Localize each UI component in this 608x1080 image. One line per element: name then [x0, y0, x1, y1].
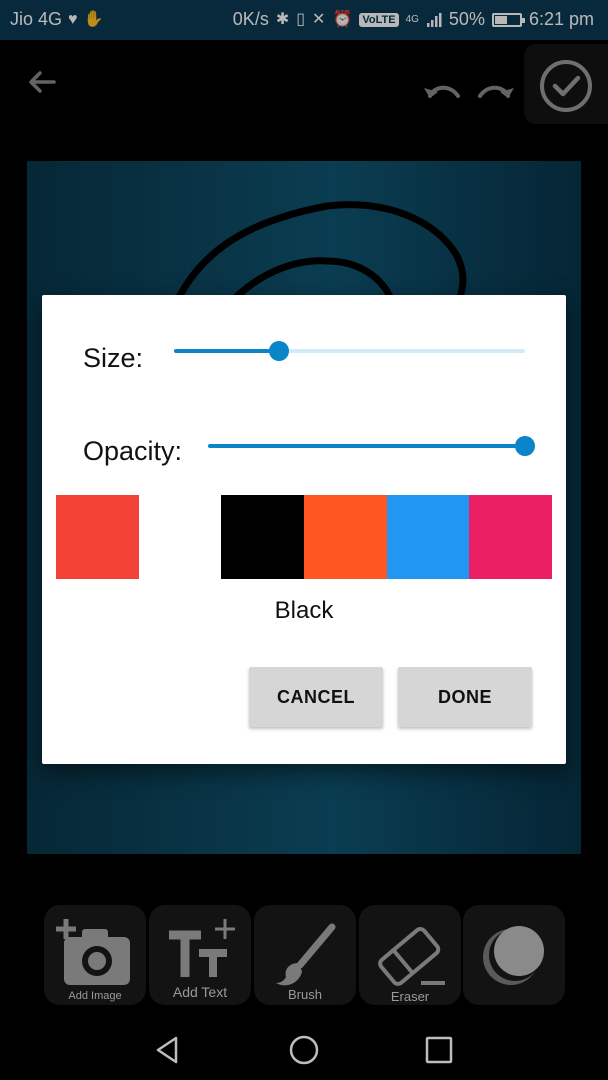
opacity-slider-thumb[interactable] [515, 436, 535, 456]
network-type: 4G [405, 14, 419, 25]
size-slider-thumb[interactable] [269, 341, 290, 361]
bottom-toolbar: Add Image Add Text Brush Eraser [0, 900, 608, 1010]
add-text-label: Add Text [172, 984, 228, 1000]
add-image-label: Add Image [68, 990, 122, 1002]
cancel-button[interactable]: CANCEL [249, 667, 383, 727]
opacity-label: Opacity: [83, 436, 183, 466]
bluetooth-icon: ✱ [275, 10, 290, 28]
alarm-icon: ⏰ [332, 10, 353, 28]
back-arrow-icon[interactable] [24, 64, 60, 100]
undo-icon[interactable] [420, 74, 464, 106]
eraser-button[interactable]: Eraser [359, 905, 461, 1005]
battery-percent: 50% [448, 9, 485, 29]
confirm-button[interactable] [524, 44, 608, 124]
brush-label: Brush [288, 987, 322, 1002]
color-swatch[interactable] [304, 495, 387, 579]
color-swatch[interactable] [56, 495, 139, 579]
net-speed: 0K/s [232, 9, 269, 29]
eraser-label: Eraser [390, 989, 430, 1004]
mute-icon: ✕ [312, 10, 326, 28]
add-text-button[interactable]: Add Text [149, 905, 251, 1005]
add-image-button[interactable]: Add Image [44, 905, 146, 1005]
navigation-bar [0, 1020, 608, 1080]
signal-icon [426, 12, 442, 27]
color-swatch[interactable] [386, 495, 470, 579]
top-bar [0, 40, 608, 124]
opacity-slider-fill [208, 444, 525, 448]
size-slider[interactable] [174, 339, 525, 363]
status-left: Jio 4G ♥ ✋ [10, 9, 103, 30]
nav-back-icon[interactable] [152, 1034, 184, 1066]
volte-badge: VoLTE [359, 12, 399, 27]
nav-home-icon[interactable] [288, 1034, 320, 1066]
battery-icon [491, 12, 525, 27]
status-bar: Jio 4G ♥ ✋ 0K/s ✱ ▯ ✕ ⏰ VoLTE 4G 50% 6:2… [0, 0, 608, 40]
nav-recents-icon[interactable] [423, 1034, 455, 1066]
status-right: 0K/s ✱ ▯ ✕ ⏰ VoLTE 4G 50% 6:21 pm [233, 9, 594, 30]
opacity-slider[interactable] [208, 434, 535, 458]
hand-icon: ✋ [83, 10, 104, 28]
color-swatch[interactable] [469, 495, 553, 579]
size-slider-fill [174, 349, 280, 353]
clock: 6:21 pm [528, 9, 594, 29]
selected-color-name: Black [274, 597, 334, 624]
brush-preview-icon [483, 926, 544, 985]
heart-rate-icon: ♥ [68, 10, 78, 28]
brush-preview-button[interactable] [463, 905, 565, 1005]
vibrate-icon: ▯ [296, 10, 306, 28]
color-palette [56, 495, 553, 579]
color-swatch[interactable] [138, 495, 222, 579]
check-circle-icon [540, 60, 592, 112]
carrier-text: Jio 4G [10, 9, 63, 29]
redo-icon[interactable] [474, 74, 518, 106]
done-button[interactable]: DONE [398, 667, 532, 727]
brush-settings-dialog: Size: Opacity: Black CANCEL DONE [42, 295, 566, 764]
color-swatch[interactable] [221, 495, 305, 579]
size-label: Size: [83, 343, 144, 373]
brush-button[interactable]: Brush [254, 905, 356, 1005]
